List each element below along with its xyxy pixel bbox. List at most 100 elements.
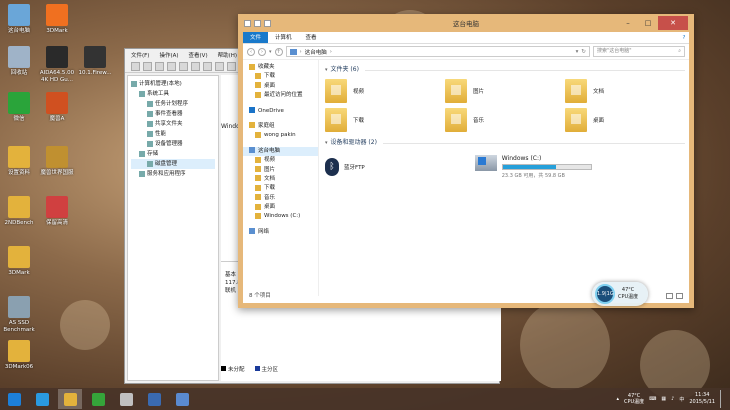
show-desktop-button[interactable] — [720, 390, 726, 408]
maximize-button[interactable]: □ — [638, 16, 658, 30]
tree-item[interactable]: 共享文件夹 — [131, 119, 215, 129]
nav-item[interactable]: 网络 — [243, 228, 318, 237]
volume-icon[interactable]: ♪ — [671, 396, 674, 402]
collapse-icon[interactable]: ▾ — [325, 64, 328, 76]
forward-button[interactable]: › — [258, 47, 266, 56]
desktop-icon[interactable]: 10.1.Firew... — [76, 46, 114, 77]
desktop-icon[interactable]: AS SSD Benchmark — [0, 296, 38, 334]
nav-item[interactable]: wong pakin — [243, 131, 318, 140]
search-box[interactable]: 搜索"这台电脑" ⌕ — [593, 46, 685, 57]
back-icon[interactable] — [131, 62, 140, 71]
explorer-window[interactable]: 这台电脑 – □ ✕ 文件 计算机 查看 ? ‹ › ▾ ↑ › 这台电脑 › … — [238, 14, 694, 308]
refresh-icon[interactable] — [215, 62, 224, 71]
folder-item[interactable]: 图片 — [445, 78, 565, 104]
drive-c-item[interactable]: Windows (C:) 23.3 GB 可用，共 59.8 GB — [474, 155, 592, 179]
close-button[interactable]: ✕ — [658, 16, 688, 30]
tree-item[interactable]: 系统工具 — [131, 89, 215, 99]
desktop-icon[interactable]: 2NDBench — [0, 196, 38, 227]
address-bar[interactable]: › 这台电脑 › ▾ ↻ — [285, 46, 590, 57]
desktop-icon[interactable]: 保留高清 — [38, 196, 76, 227]
collapse-icon[interactable]: ▾ — [325, 137, 328, 149]
menu-help[interactable]: 帮助(H) — [218, 51, 237, 59]
menu-view[interactable]: 查看(V) — [189, 51, 208, 59]
nav-item[interactable]: 桌面 — [243, 82, 318, 91]
help-icon[interactable] — [179, 62, 188, 71]
folder-item[interactable]: 桌面 — [565, 107, 685, 133]
taskbar-app5-button[interactable] — [142, 389, 166, 409]
nav-item[interactable]: OneDrive — [243, 107, 318, 116]
tree-item[interactable]: 磁盘管理 — [131, 159, 215, 169]
large-icons-view-icon[interactable] — [676, 293, 683, 299]
tree-item[interactable]: 设备管理器 — [131, 139, 215, 149]
address-dropdown-icon[interactable]: ▾ — [576, 49, 579, 55]
up-icon[interactable] — [155, 62, 164, 71]
nav-item[interactable]: 家庭组 — [243, 122, 318, 131]
tree-item[interactable]: 性能 — [131, 129, 215, 139]
tree-item[interactable]: 服务和应用程序 — [131, 169, 215, 179]
details-view-icon[interactable] — [666, 293, 673, 299]
desktop-icon[interactable]: 微信 — [0, 92, 38, 123]
recent-dropdown-icon[interactable]: ▾ — [269, 49, 272, 55]
forward-icon[interactable] — [143, 62, 152, 71]
desktop-icon[interactable]: 回收站 — [0, 46, 38, 77]
folder-item[interactable]: 音乐 — [445, 107, 565, 133]
up-button[interactable]: ↑ — [274, 47, 283, 56]
taskbar-store-button[interactable] — [86, 389, 110, 409]
nav-item[interactable]: 收藏夹 — [243, 63, 318, 72]
properties-qat-icon[interactable] — [254, 19, 261, 27]
desktop-icon[interactable]: 魔兽世界国服 — [38, 146, 76, 177]
list-icon[interactable] — [191, 62, 200, 71]
tray-cpu-temp[interactable]: 47°C CPU温度 — [624, 393, 644, 405]
nav-item[interactable]: Windows (C:) — [243, 212, 318, 221]
tree-item[interactable]: 任务计划程序 — [131, 99, 215, 109]
taskbar-explorer-button[interactable] — [58, 389, 82, 409]
keyboard-icon[interactable]: ⌨ — [649, 396, 656, 402]
folder-item[interactable]: 文档 — [565, 78, 685, 104]
nav-item[interactable]: 文档 — [243, 175, 318, 184]
new-folder-qat-icon[interactable] — [264, 19, 271, 27]
details-icon[interactable] — [203, 62, 212, 71]
desktop-icon[interactable]: 3DMark — [0, 246, 38, 277]
desktop-icon[interactable]: 设置资料 — [0, 146, 38, 177]
help-icon[interactable]: ? — [679, 32, 689, 43]
folder-item[interactable]: 下载 — [325, 107, 445, 133]
nav-item[interactable]: 桌面 — [243, 203, 318, 212]
nav-item[interactable]: 图片 — [243, 166, 318, 175]
search-icon[interactable]: ⌕ — [678, 47, 681, 56]
network-icon[interactable]: ▦ — [661, 396, 666, 402]
back-button[interactable]: ‹ — [247, 47, 255, 56]
taskbar-start-button[interactable] — [2, 389, 26, 409]
desktop-icon[interactable]: 3DMark06 — [0, 340, 38, 371]
explorer-title-bar[interactable]: 这台电脑 – □ ✕ — [238, 14, 694, 32]
refresh-icon[interactable]: ↻ — [581, 49, 586, 55]
tab-view[interactable]: 查看 — [299, 32, 324, 43]
tab-file[interactable]: 文件 — [243, 32, 269, 43]
settings-icon[interactable] — [227, 62, 236, 71]
tray-arrow-icon[interactable]: ▴ — [617, 396, 620, 402]
nav-item[interactable]: 音乐 — [243, 194, 318, 203]
bluetooth-ftp-item[interactable]: ᛒ 蓝牙FTP — [325, 155, 365, 179]
nav-item[interactable]: 这台电脑 — [243, 146, 318, 157]
desktop-icon[interactable]: 3DMark — [38, 4, 76, 35]
nav-item[interactable]: 视频 — [243, 156, 318, 165]
ime-icon[interactable]: 中 — [679, 396, 684, 403]
tab-computer[interactable]: 计算机 — [268, 32, 299, 43]
tree-item[interactable]: 计算机管理(本地) — [131, 79, 215, 89]
nav-item[interactable]: 下载 — [243, 72, 318, 81]
nav-item[interactable]: 最近访问的位置 — [243, 91, 318, 100]
nav-item[interactable]: 下载 — [243, 184, 318, 193]
minimize-button[interactable]: – — [618, 16, 638, 30]
tree-item[interactable]: 存储 — [131, 149, 215, 159]
taskbar-ie-button[interactable] — [30, 389, 54, 409]
folder-item[interactable]: 视频 — [325, 78, 445, 104]
desktop-icon[interactable]: 这台电脑 — [0, 4, 38, 35]
devices-group-header[interactable]: ▾ 设备和驱动器 (2) — [325, 137, 685, 149]
desktop-icon[interactable]: 魔兽A — [38, 92, 76, 123]
desktop-icon[interactable]: AIDA64.5.00 4K HD Gu... — [38, 46, 76, 84]
menu-action[interactable]: 操作(A) — [159, 51, 178, 59]
menu-file[interactable]: 文件(F) — [131, 51, 149, 59]
cpu-temp-gadget[interactable]: 1.9|1G 47°C CPU温度 — [592, 282, 648, 306]
clock[interactable]: 11:34 2015/5/11 — [689, 392, 715, 406]
tree-item[interactable]: 事件查看器 — [131, 109, 215, 119]
taskbar-app6-button[interactable] — [170, 389, 194, 409]
